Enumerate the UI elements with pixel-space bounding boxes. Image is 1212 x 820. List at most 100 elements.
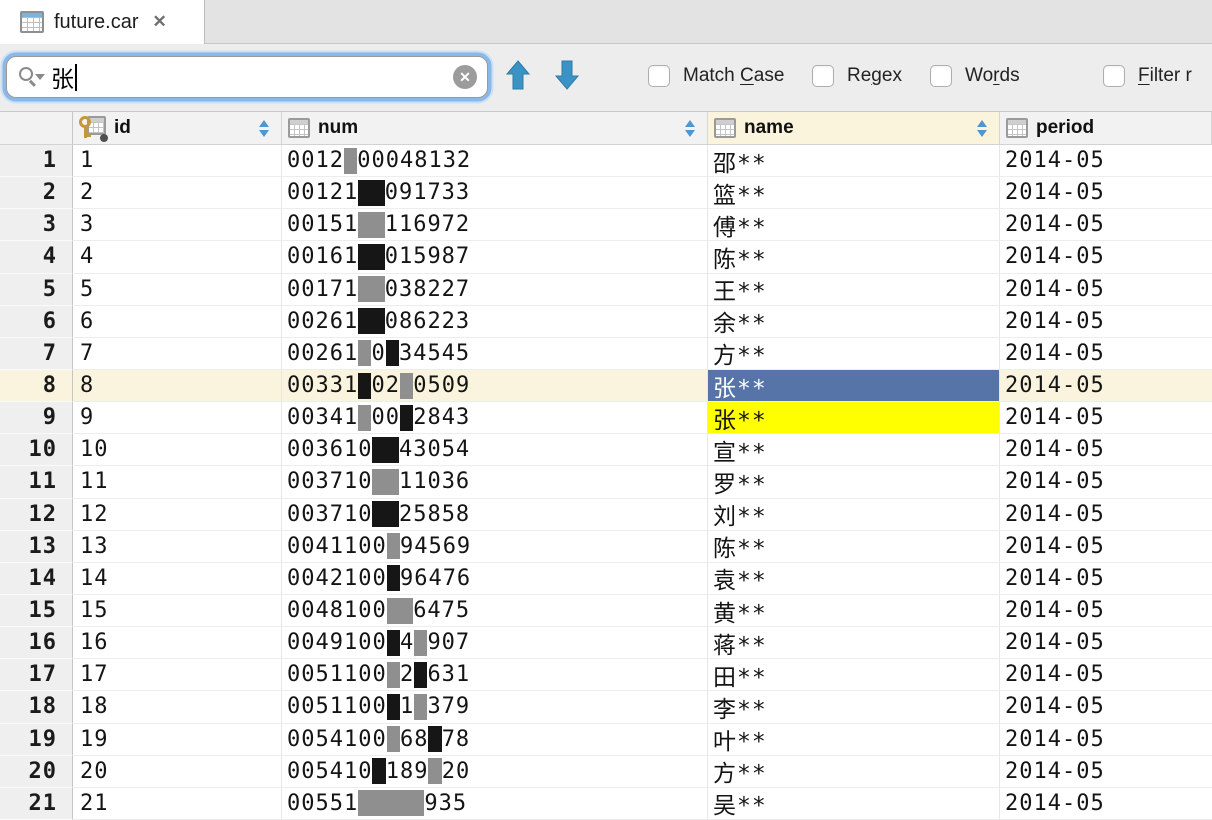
clear-search-icon[interactable]: ✕: [453, 65, 477, 89]
checkbox-match-case[interactable]: [648, 65, 670, 87]
cell-name[interactable]: 罗**: [708, 466, 1000, 499]
cell-id[interactable]: 15: [73, 594, 282, 628]
row-number[interactable]: 12: [0, 498, 73, 531]
sort-arrows-icon[interactable]: [977, 119, 987, 137]
cell-num[interactable]: 00261 0 34545: [282, 337, 708, 370]
column-header-num[interactable]: num: [282, 112, 708, 144]
cell-name[interactable]: 刘**: [708, 498, 1000, 531]
cell-name[interactable]: 叶**: [708, 723, 1000, 756]
cell-name[interactable]: 黄**: [708, 594, 1000, 628]
cell-num[interactable]: 00341 00 2843: [282, 402, 708, 435]
cell-num[interactable]: 0012 00048132: [282, 145, 708, 178]
cell-id[interactable]: 14: [73, 562, 282, 595]
cell-period[interactable]: 2014-05: [1000, 498, 1212, 531]
cell-num[interactable]: 0041100 94569: [282, 530, 708, 563]
cell-id[interactable]: 18: [73, 691, 282, 724]
cell-id[interactable]: 9: [73, 402, 282, 435]
cell-period[interactable]: 2014-05: [1000, 241, 1212, 274]
cell-name[interactable]: 蒋**: [708, 627, 1000, 660]
cell-name[interactable]: 张**: [708, 369, 1000, 403]
cell-name[interactable]: 傅**: [708, 209, 1000, 242]
cell-name[interactable]: 邵**: [708, 145, 1000, 178]
cell-num[interactable]: 0048100 6475: [282, 594, 708, 628]
cell-id[interactable]: 16: [73, 627, 282, 660]
cell-name[interactable]: 陈**: [708, 530, 1000, 563]
row-number[interactable]: 9: [0, 402, 73, 435]
cell-name[interactable]: 张**: [708, 402, 1000, 435]
cell-name[interactable]: 吴**: [708, 787, 1000, 820]
cell-period[interactable]: 2014-05: [1000, 627, 1212, 660]
cell-id[interactable]: 7: [73, 337, 282, 370]
checkbox-regex[interactable]: [812, 65, 834, 87]
row-number[interactable]: 6: [0, 305, 73, 338]
cell-period[interactable]: 2014-05: [1000, 145, 1212, 178]
row-number[interactable]: 11: [0, 466, 73, 499]
cell-num[interactable]: 00161 015987: [282, 241, 708, 274]
cell-id[interactable]: 19: [73, 723, 282, 756]
cell-id[interactable]: 2: [73, 177, 282, 210]
column-header-period[interactable]: period: [1000, 112, 1212, 144]
cell-id[interactable]: 11: [73, 466, 282, 499]
cell-period[interactable]: 2014-05: [1000, 337, 1212, 370]
cell-num[interactable]: 0042100 96476: [282, 562, 708, 595]
cell-period[interactable]: 2014-05: [1000, 562, 1212, 595]
cell-period[interactable]: 2014-05: [1000, 466, 1212, 499]
cell-id[interactable]: 17: [73, 659, 282, 692]
cell-period[interactable]: 2014-05: [1000, 273, 1212, 306]
checkbox-filter[interactable]: [1103, 65, 1125, 87]
cell-period[interactable]: 2014-05: [1000, 787, 1212, 820]
cell-num[interactable]: 00551 935: [282, 787, 708, 820]
tab-future-car[interactable]: future.car ✕: [0, 0, 205, 44]
cell-name[interactable]: 宣**: [708, 434, 1000, 467]
row-number[interactable]: 15: [0, 594, 73, 628]
column-header-name[interactable]: name: [708, 112, 1000, 144]
cell-id[interactable]: 20: [73, 755, 282, 788]
cell-id[interactable]: 13: [73, 530, 282, 563]
row-number[interactable]: 10: [0, 434, 73, 467]
row-number[interactable]: 1: [0, 145, 73, 178]
cell-num[interactable]: 005410 189 20: [282, 755, 708, 788]
row-number[interactable]: 17: [0, 659, 73, 692]
checkbox-words[interactable]: [930, 65, 952, 87]
cell-id[interactable]: 4: [73, 241, 282, 274]
row-number[interactable]: 2: [0, 177, 73, 210]
row-number[interactable]: 21: [0, 787, 73, 820]
cell-period[interactable]: 2014-05: [1000, 723, 1212, 756]
cell-period[interactable]: 2014-05: [1000, 209, 1212, 242]
cell-num[interactable]: 0049100 4 907: [282, 627, 708, 660]
cell-name[interactable]: 李**: [708, 691, 1000, 724]
find-next-icon[interactable]: [554, 59, 580, 91]
row-number[interactable]: 20: [0, 755, 73, 788]
cell-num[interactable]: 0051100 2 631: [282, 659, 708, 692]
row-number[interactable]: 3: [0, 209, 73, 242]
cell-num[interactable]: 00121 091733: [282, 177, 708, 210]
cell-num[interactable]: 00171 038227: [282, 273, 708, 306]
cell-period[interactable]: 2014-05: [1000, 305, 1212, 338]
cell-num[interactable]: 0054100 68 78: [282, 723, 708, 756]
cell-id[interactable]: 12: [73, 498, 282, 531]
cell-name[interactable]: 篮**: [708, 177, 1000, 210]
row-number[interactable]: 5: [0, 273, 73, 306]
cell-num[interactable]: 00261 086223: [282, 305, 708, 338]
cell-period[interactable]: 2014-05: [1000, 434, 1212, 467]
cell-name[interactable]: 陈**: [708, 241, 1000, 274]
cell-num[interactable]: 003710 25858: [282, 498, 708, 531]
row-number[interactable]: 18: [0, 691, 73, 724]
search-icon[interactable]: [19, 66, 45, 88]
cell-period[interactable]: 2014-05: [1000, 659, 1212, 692]
cell-name[interactable]: 王**: [708, 273, 1000, 306]
cell-period[interactable]: 2014-05: [1000, 594, 1212, 628]
cell-name[interactable]: 方**: [708, 337, 1000, 370]
column-header-id[interactable]: id: [73, 112, 282, 144]
cell-id[interactable]: 10: [73, 434, 282, 467]
cell-num[interactable]: 003710 11036: [282, 466, 708, 499]
row-number[interactable]: 8: [0, 369, 73, 403]
cell-num[interactable]: 00331 02 0509: [282, 369, 708, 403]
cell-period[interactable]: 2014-05: [1000, 177, 1212, 210]
cell-num[interactable]: 00151 116972: [282, 209, 708, 242]
row-number[interactable]: 19: [0, 723, 73, 756]
cell-name[interactable]: 田**: [708, 659, 1000, 692]
cell-num[interactable]: 0051100 1 379: [282, 691, 708, 724]
cell-period[interactable]: 2014-05: [1000, 691, 1212, 724]
cell-id[interactable]: 6: [73, 305, 282, 338]
